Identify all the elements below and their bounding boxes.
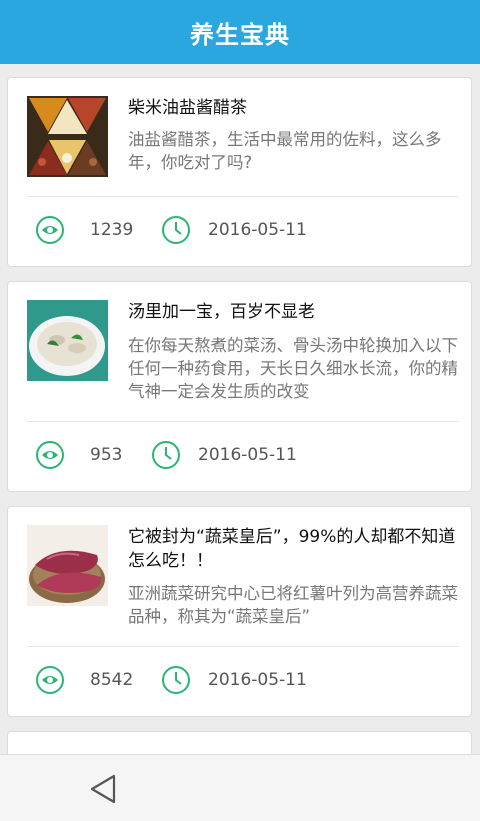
article-card-2[interactable]: 汤里加一宝，百岁不显老 在你每天熬煮的菜汤、骨头汤中轮换加入以下任何一种药食用，… <box>7 281 472 492</box>
view-count: 8542 <box>90 670 134 690</box>
page-title: 养生宝典 <box>190 20 290 49</box>
divider <box>27 196 459 197</box>
article-list[interactable]: 柴米油盐酱醋茶 油盐酱醋茶，生活中最常用的佐料，这么多年，你吃对了吗? 1239… <box>0 64 480 754</box>
eye-icon <box>36 441 64 469</box>
article-description: 亚洲蔬菜研究中心已将红薯叶列为高营养蔬菜品种，称其为“蔬菜皇后” <box>128 584 458 626</box>
view-count: 953 <box>90 445 123 465</box>
article-title: 汤里加一宝，百岁不显老 <box>128 302 315 322</box>
eye-icon <box>36 666 64 694</box>
system-nav-bar <box>0 754 480 821</box>
soup-image <box>27 300 108 381</box>
publish-date: 2016-05-11 <box>208 220 307 240</box>
article-card-1[interactable]: 柴米油盐酱醋茶 油盐酱醋茶，生活中最常用的佐料，这么多年，你吃对了吗? 1239… <box>7 77 472 267</box>
article-title: 它被封为“蔬菜皇后”，99%的人却都不知道怎么吃！！ <box>128 527 456 571</box>
publish-date: 2016-05-11 <box>208 670 307 690</box>
spices-image <box>27 96 108 177</box>
eye-icon <box>36 216 64 244</box>
app-header: 养生宝典 <box>0 0 480 64</box>
back-triangle-icon[interactable] <box>88 773 120 805</box>
sweet-potato-image <box>27 525 108 606</box>
article-meta: 953 2016-05-11 <box>36 437 297 473</box>
article-meta: 8542 2016-05-11 <box>36 662 307 698</box>
article-description: 在你每天熬煮的菜汤、骨头汤中轮换加入以下任何一种药食用，天长日久细水长流，你的精… <box>128 336 458 401</box>
divider <box>27 421 459 422</box>
view-count: 1239 <box>90 220 134 240</box>
article-card-3[interactable]: 它被封为“蔬菜皇后”，99%的人却都不知道怎么吃！！ 亚洲蔬菜研究中心已将红薯叶… <box>7 506 472 717</box>
divider <box>27 646 459 647</box>
clock-icon <box>162 216 190 244</box>
article-card-4[interactable] <box>7 731 472 754</box>
article-description: 油盐酱醋茶，生活中最常用的佐料，这么多年，你吃对了吗? <box>128 130 442 172</box>
article-title: 柴米油盐酱醋茶 <box>128 98 247 118</box>
article-meta: 1239 2016-05-11 <box>36 212 307 248</box>
publish-date: 2016-05-11 <box>198 445 297 465</box>
clock-icon <box>162 666 190 694</box>
clock-icon <box>152 441 180 469</box>
